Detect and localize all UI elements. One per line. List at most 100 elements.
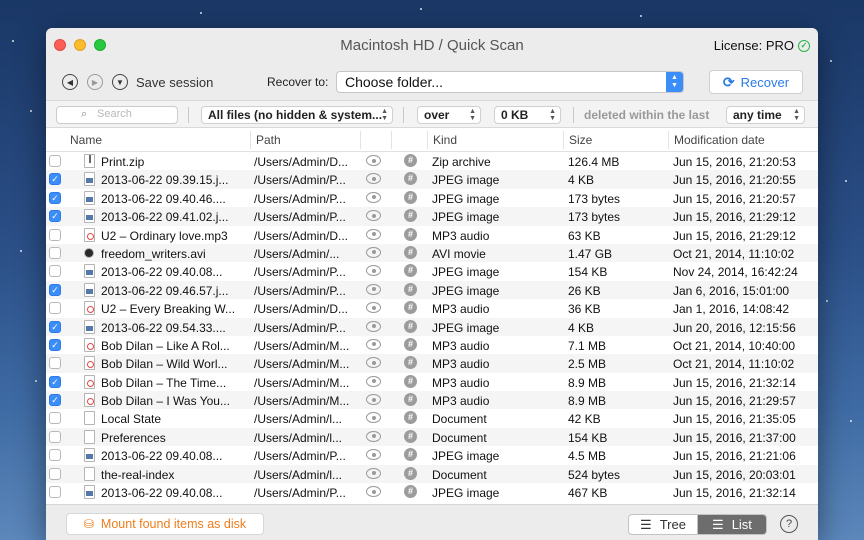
- preview-eye-icon[interactable]: [366, 228, 381, 240]
- preview-eye-icon[interactable]: [366, 265, 381, 277]
- hash-icon[interactable]: #: [404, 172, 417, 186]
- preview-eye-icon[interactable]: [366, 375, 381, 387]
- row-checkbox[interactable]: [49, 155, 61, 167]
- file-kind: MP3 audio: [432, 338, 490, 353]
- preview-eye-icon[interactable]: [366, 412, 381, 424]
- preview-eye-icon[interactable]: [366, 246, 381, 258]
- preview-eye-icon[interactable]: [366, 394, 381, 406]
- preview-eye-icon[interactable]: [366, 486, 381, 498]
- preview-eye-icon[interactable]: [366, 191, 381, 203]
- row-checkbox[interactable]: ✓: [49, 320, 61, 333]
- time-range-select[interactable]: any time ▲ ▼: [726, 106, 805, 124]
- table-row[interactable]: 2013-06-22 09.40.08... /Users/Admin/P... #…: [46, 446, 818, 464]
- save-session-label[interactable]: Save session: [136, 75, 213, 90]
- preview-eye-icon[interactable]: [366, 430, 381, 442]
- hash-icon[interactable]: #: [404, 429, 417, 443]
- table-row[interactable]: ✓ Bob Dilan – The Time... /Users/Admin/M..…: [46, 373, 818, 391]
- table-row[interactable]: freedom_writers.avi/Users/Admin/... # AVI …: [46, 243, 818, 263]
- preview-eye-icon[interactable]: [366, 173, 381, 185]
- row-checkbox[interactable]: ✓: [49, 210, 61, 223]
- hash-icon[interactable]: #: [404, 245, 417, 259]
- hash-icon[interactable]: #: [404, 227, 417, 241]
- column-header-date[interactable]: Modification date: [674, 133, 765, 147]
- table-row[interactable]: 2013-06-22 09.40.08... /Users/Admin/P... #…: [46, 483, 818, 501]
- list-view-button[interactable]: ☰ List: [697, 515, 766, 534]
- table-row[interactable]: Local State/Users/Admin/l... # Document 42 …: [46, 409, 818, 427]
- hash-icon[interactable]: #: [404, 448, 417, 462]
- forward-button[interactable]: ▶: [87, 74, 103, 90]
- hash-icon[interactable]: #: [404, 466, 417, 480]
- file-type-filter[interactable]: All files (no hidden & system... ▲ ▼: [201, 106, 393, 124]
- table-row[interactable]: Preferences/Users/Admin/l... # Document 154…: [46, 427, 818, 447]
- hash-icon[interactable]: #: [404, 319, 417, 333]
- table-row[interactable]: 2013-06-22 09.40.08... /Users/Admin/P... #…: [46, 262, 818, 280]
- tree-view-button[interactable]: ☰ Tree: [629, 515, 697, 534]
- row-checkbox[interactable]: [49, 265, 61, 278]
- row-checkbox[interactable]: [49, 486, 61, 499]
- size-comparator-select[interactable]: over ▲ ▼: [417, 106, 481, 124]
- file-name: Print.zip: [101, 155, 145, 169]
- preview-eye-icon[interactable]: [366, 302, 381, 314]
- column-header-path[interactable]: Path: [256, 133, 281, 147]
- hash-icon[interactable]: #: [404, 356, 417, 370]
- hash-icon[interactable]: #: [404, 393, 417, 407]
- mount-disk-button[interactable]: ⛁ Mount found items as disk: [66, 513, 264, 535]
- recover-button[interactable]: ⟳ Recover: [709, 70, 803, 94]
- hash-icon[interactable]: #: [404, 374, 417, 388]
- back-button[interactable]: ◀: [62, 74, 78, 90]
- table-row[interactable]: ✓ 2013-06-22 09.39.15.j... /Users/Admin/P.…: [46, 170, 818, 189]
- preview-eye-icon[interactable]: [366, 449, 381, 461]
- row-checkbox[interactable]: ✓: [49, 191, 61, 204]
- row-checkbox[interactable]: ✓: [49, 283, 61, 296]
- table-row[interactable]: ✓ Bob Dilan – I Was You... /Users/Admin/M.…: [46, 391, 818, 410]
- table-row[interactable]: Bob Dilan – Wild Worl... /Users/Admin/M..…: [46, 354, 818, 373]
- preview-eye-icon[interactable]: [366, 467, 381, 479]
- hash-icon[interactable]: #: [404, 301, 417, 315]
- hash-icon[interactable]: #: [404, 337, 417, 351]
- preview-eye-icon[interactable]: [366, 210, 381, 222]
- file-path: /Users/Admin/M...: [254, 375, 350, 390]
- preview-eye-icon[interactable]: [366, 357, 381, 369]
- column-header-name[interactable]: Name: [70, 133, 102, 147]
- row-checkbox[interactable]: [49, 430, 61, 443]
- column-header-size[interactable]: Size: [569, 133, 592, 147]
- hash-icon[interactable]: #: [404, 282, 417, 296]
- help-button[interactable]: ?: [780, 515, 798, 533]
- save-session-button[interactable]: ▼: [112, 74, 128, 90]
- table-row[interactable]: ✓ 2013-06-22 09.54.33.... /Users/Admin/P..…: [46, 317, 818, 336]
- hash-icon[interactable]: #: [404, 190, 417, 204]
- hash-icon[interactable]: #: [404, 411, 417, 425]
- recover-folder-select[interactable]: Choose folder... ▲ ▼: [336, 71, 684, 93]
- table-row[interactable]: the-real-index/Users/Admin/l... # Document…: [46, 464, 818, 484]
- row-checkbox[interactable]: [49, 412, 61, 425]
- size-value-select[interactable]: 0 KB ▲ ▼: [494, 106, 561, 124]
- row-checkbox[interactable]: ✓: [49, 394, 61, 407]
- hash-icon[interactable]: #: [404, 485, 417, 499]
- row-checkbox[interactable]: ✓: [49, 173, 61, 186]
- row-checkbox[interactable]: [49, 302, 61, 315]
- table-row[interactable]: Print.zip/Users/Admin/D... # Zip archive 12…: [46, 152, 818, 170]
- table-row[interactable]: ✓ 2013-06-22 09.41.02.j... /Users/Admin/P.…: [46, 207, 818, 226]
- table-row[interactable]: U2 – Every Breaking W... /Users/Admin/D..…: [46, 299, 818, 317]
- row-checkbox[interactable]: [49, 246, 61, 259]
- hash-icon[interactable]: #: [404, 209, 417, 223]
- search-field[interactable]: ⌕: [56, 106, 178, 124]
- table-row[interactable]: ✓ Bob Dilan – Like A Rol... /Users/Admin/M…: [46, 336, 818, 354]
- column-header-kind[interactable]: Kind: [433, 133, 457, 147]
- preview-eye-icon[interactable]: [366, 155, 381, 166]
- row-checkbox[interactable]: [49, 467, 61, 480]
- row-checkbox[interactable]: [49, 357, 61, 370]
- preview-eye-icon[interactable]: [366, 320, 381, 332]
- row-checkbox[interactable]: [49, 449, 61, 462]
- preview-eye-icon[interactable]: [366, 283, 381, 295]
- table-row[interactable]: ✓ 2013-06-22 09.46.57.j... /Users/Admin/P.…: [46, 280, 818, 300]
- preview-eye-icon[interactable]: [366, 338, 381, 350]
- hash-icon[interactable]: #: [404, 264, 417, 278]
- row-checkbox[interactable]: ✓: [49, 338, 61, 351]
- row-checkbox[interactable]: ✓: [49, 375, 61, 388]
- row-checkbox[interactable]: [49, 228, 61, 241]
- search-input[interactable]: [97, 108, 172, 120]
- hash-icon[interactable]: #: [404, 154, 417, 167]
- table-row[interactable]: U2 – Ordinary love.mp3/Users/Admin/D... #…: [46, 226, 818, 244]
- table-row[interactable]: ✓ 2013-06-22 09.40.46.... /Users/Admin/P..…: [46, 189, 818, 207]
